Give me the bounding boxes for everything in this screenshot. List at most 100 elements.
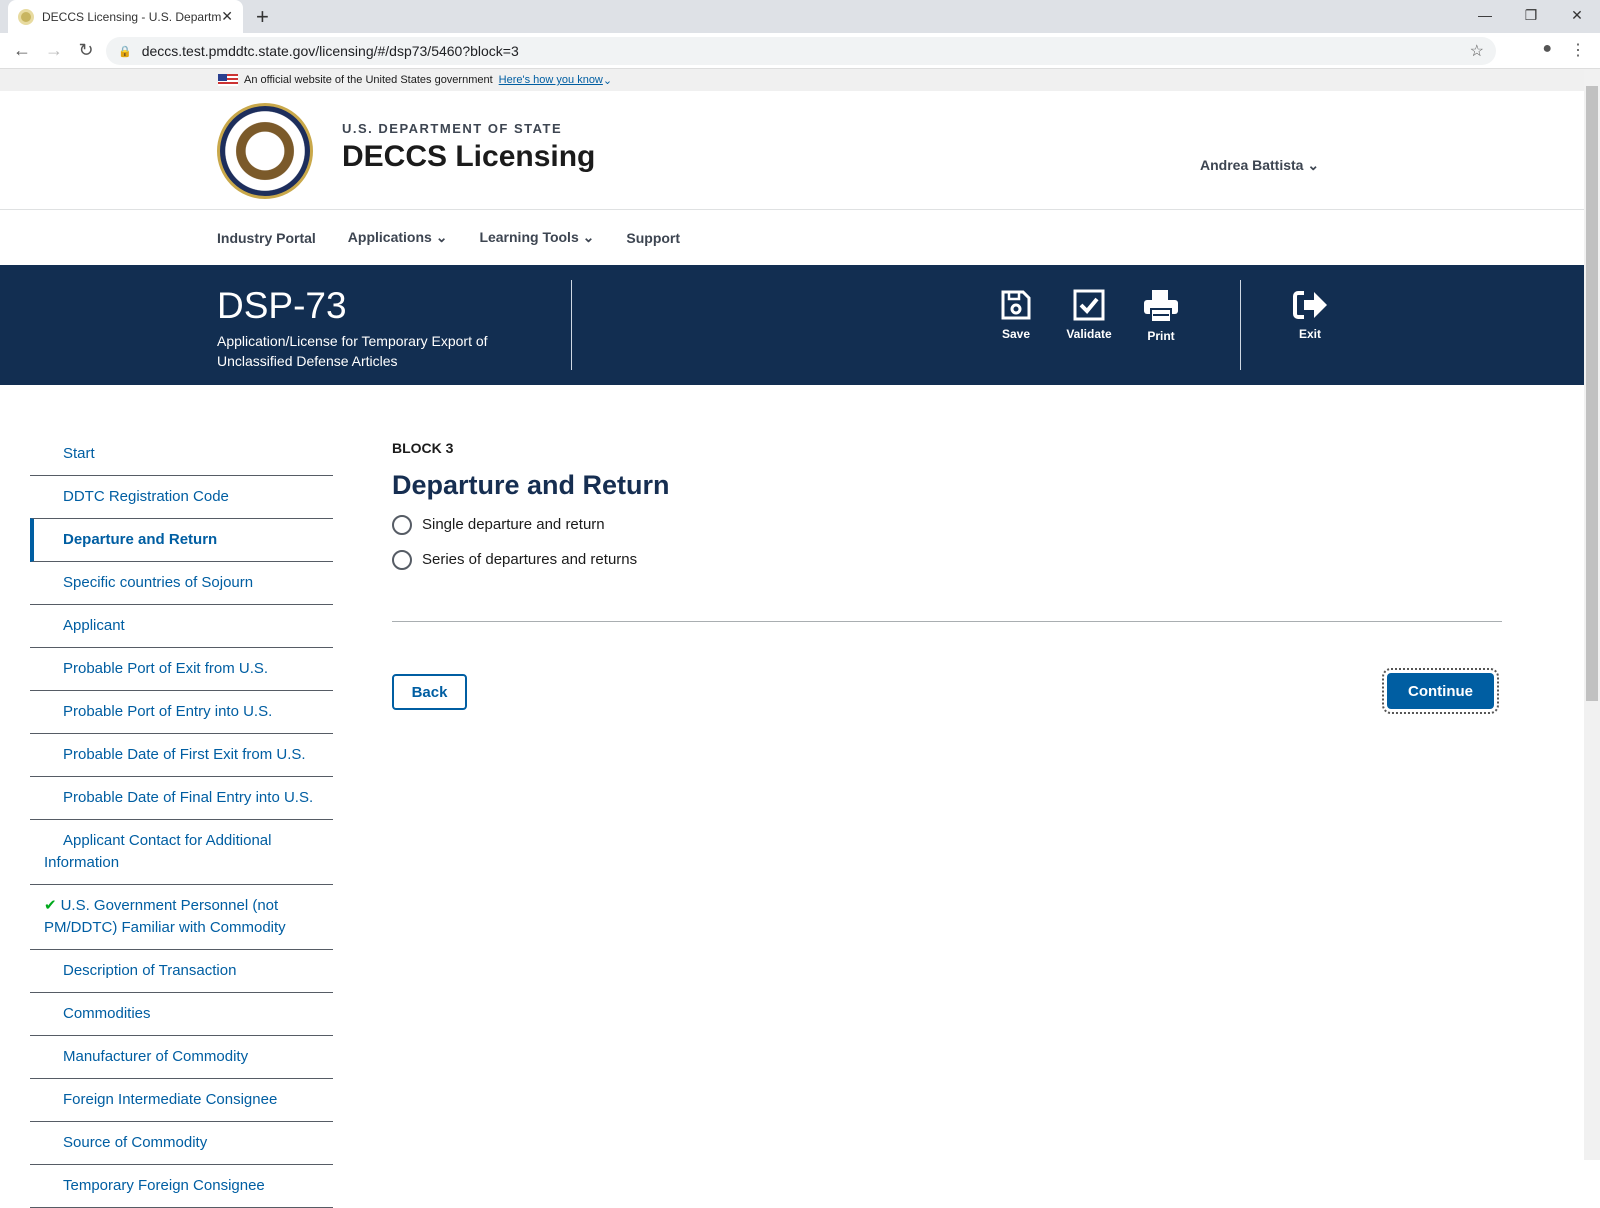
sidebar-item-label: Probable Date of Final Entry into U.S. bbox=[63, 789, 314, 806]
site-title[interactable]: DECCS Licensing bbox=[342, 140, 595, 174]
sign-out-icon bbox=[1293, 291, 1327, 319]
sidebar-item[interactable]: Temporary Foreign Consignee bbox=[30, 1165, 333, 1208]
sidebar-item[interactable]: Departure and Return bbox=[30, 518, 333, 562]
sidebar-item[interactable]: Foreign Intermediate Consignee bbox=[30, 1079, 333, 1122]
sidebar-item[interactable]: Probable Port of Entry into U.S. bbox=[30, 691, 333, 734]
browser-tabstrip: DECCS Licensing - U.S. Department of Sta… bbox=[0, 0, 1600, 33]
department-seal-logo bbox=[217, 103, 313, 199]
checkbox-check-icon bbox=[1073, 289, 1105, 321]
sidebar-item[interactable]: DDTC Registration Code bbox=[30, 476, 333, 519]
sidebar-item[interactable]: Applicant bbox=[30, 605, 333, 648]
close-window-icon[interactable]: ✕ bbox=[1554, 0, 1600, 30]
chevron-down-icon: ⌄ bbox=[602, 74, 613, 87]
sidebar-item-label: Departure and Return bbox=[63, 531, 218, 548]
sidebar-item-label: Start bbox=[63, 445, 95, 462]
scrollbar-thumb[interactable] bbox=[1586, 86, 1598, 701]
validate-label: Validate bbox=[1066, 327, 1112, 341]
sidebar-item-label: Probable Port of Entry into U.S. bbox=[63, 703, 273, 720]
sidebar-item[interactable]: Source of Commodity bbox=[30, 1122, 333, 1165]
tab-title: DECCS Licensing - U.S. Department of Sta… bbox=[42, 9, 222, 24]
sidebar-item-label: Specific countries of Sojourn bbox=[63, 574, 254, 591]
divider bbox=[392, 621, 1502, 622]
back-button[interactable]: Back bbox=[392, 674, 467, 710]
sidebar-item-label: Applicant bbox=[63, 617, 125, 634]
exit-button[interactable]: Exit bbox=[1280, 289, 1340, 341]
user-menu[interactable]: Andrea Battista ⌄ bbox=[1200, 157, 1319, 174]
site-header: U.S. DEPARTMENT OF STATE DECCS Licensing… bbox=[0, 91, 1600, 210]
sidebar-item-label: U.S. Government Personnel (not PM/DDTC) … bbox=[44, 897, 286, 936]
address-bar[interactable]: 🔒 deccs.test.pmddtc.state.gov/licensing/#… bbox=[106, 37, 1496, 65]
reload-icon[interactable]: ↻ bbox=[70, 40, 102, 61]
printer-icon bbox=[1144, 290, 1178, 323]
form-description: Application/License for Temporary Export… bbox=[217, 333, 488, 369]
close-tab-icon[interactable]: ✕ bbox=[221, 8, 233, 25]
sidebar-item-label: Source of Commodity bbox=[63, 1134, 208, 1151]
heres-how-you-know-link[interactable]: Here's how you know bbox=[499, 74, 603, 86]
chevron-down-icon: ⌄ bbox=[582, 229, 595, 245]
divider bbox=[571, 280, 572, 370]
radio-button[interactable] bbox=[392, 549, 412, 570]
sidebar-item-label: Commodities bbox=[63, 1005, 151, 1022]
sidebar-item[interactable]: Commodities bbox=[30, 993, 333, 1036]
sidebar-item-label: Foreign Intermediate Consignee bbox=[63, 1091, 278, 1108]
form-header-band: DSP-73 Application/License for Temporary… bbox=[0, 265, 1600, 385]
print-label: Print bbox=[1147, 329, 1175, 343]
browser-tab[interactable]: DECCS Licensing - U.S. Department of Sta… bbox=[8, 0, 243, 33]
us-flag-icon bbox=[218, 74, 238, 86]
forward-arrow-icon[interactable]: → bbox=[38, 40, 70, 61]
chevron-down-icon: ⌄ bbox=[435, 229, 448, 245]
banner-text: An official website of the United States… bbox=[244, 74, 493, 86]
sidebar-item-label: Temporary Foreign Consignee bbox=[63, 1177, 265, 1194]
continue-button[interactable]: Continue bbox=[1382, 668, 1499, 714]
form-code: DSP-73 bbox=[217, 285, 347, 326]
main-content: BLOCK 3 Departure and Return Single depa… bbox=[392, 440, 1502, 714]
back-arrow-icon[interactable]: ← bbox=[6, 40, 38, 61]
divider bbox=[1240, 280, 1241, 370]
sidebar-item-label: Probable Date of First Exit from U.S. bbox=[63, 746, 306, 763]
new-tab-button[interactable]: + bbox=[256, 4, 269, 30]
radio-single-departure[interactable]: Single departure and return bbox=[392, 513, 1502, 536]
sidebar-item[interactable]: Probable Date of Final Entry into U.S. bbox=[30, 777, 333, 820]
profile-icon[interactable]: ● bbox=[1542, 40, 1552, 60]
sidebar-item[interactable]: Specific countries of Sojourn bbox=[30, 562, 333, 605]
check-icon: ✔ bbox=[44, 897, 57, 914]
chevron-down-icon: ⌄ bbox=[1307, 157, 1320, 173]
nav-industry-portal[interactable]: Industry Portal bbox=[217, 230, 316, 246]
menu-kebab-icon[interactable]: ⋮ bbox=[1570, 40, 1586, 60]
sidebar-item[interactable]: Probable Port of Exit from U.S. bbox=[30, 648, 333, 691]
sidebar-item[interactable]: ✔ U.S. Government Personnel (not PM/DDTC)… bbox=[30, 885, 333, 950]
sidebar-item[interactable]: Manufacturer of Commodity bbox=[30, 1036, 333, 1079]
sidebar-item[interactable]: Start bbox=[30, 433, 333, 476]
nav-support[interactable]: Support bbox=[626, 230, 680, 246]
nav-label: Applications bbox=[347, 229, 432, 245]
sidebar-item-label: Manufacturer of Commodity bbox=[63, 1048, 249, 1065]
restore-icon[interactable]: ❐ bbox=[1508, 0, 1554, 30]
department-name: U.S. DEPARTMENT OF STATE bbox=[342, 121, 563, 136]
sidebar-item[interactable]: Applicant Contact for Additional Informa… bbox=[30, 820, 333, 885]
gov-banner: An official website of the United States… bbox=[0, 69, 1600, 91]
block-label: BLOCK 3 bbox=[392, 440, 454, 456]
radio-button[interactable] bbox=[392, 514, 412, 535]
page-scrollbar[interactable] bbox=[1584, 70, 1600, 1160]
save-icon bbox=[1001, 290, 1031, 320]
page-title: Departure and Return bbox=[392, 470, 670, 500]
validate-button[interactable]: Validate bbox=[1059, 289, 1119, 341]
sidebar-item-label: Description of Transaction bbox=[63, 962, 237, 979]
sidebar-item[interactable]: Description of Transaction bbox=[30, 950, 333, 993]
exit-label: Exit bbox=[1298, 327, 1321, 341]
radio-label: Series of departures and returns bbox=[422, 551, 638, 568]
block-sidebar-nav: Start DDTC Registration Code Departure and… bbox=[30, 433, 333, 1208]
nav-applications[interactable]: Applications ⌄ bbox=[348, 229, 448, 246]
radio-label: Single departure and return bbox=[422, 516, 605, 533]
nav-label: Learning Tools bbox=[479, 229, 579, 245]
bookmark-star-icon[interactable]: ☆ bbox=[1470, 41, 1484, 61]
site-favicon-icon bbox=[18, 8, 34, 25]
minimize-icon[interactable]: — bbox=[1462, 0, 1508, 30]
sidebar-item-label: Probable Port of Exit from U.S. bbox=[63, 660, 269, 677]
radio-series-departures[interactable]: Series of departures and returns bbox=[392, 548, 1502, 571]
save-button[interactable]: Save bbox=[986, 289, 1046, 341]
sidebar-item[interactable]: Probable Date of First Exit from U.S. bbox=[30, 734, 333, 777]
nav-learning-tools[interactable]: Learning Tools ⌄ bbox=[479, 229, 594, 246]
print-button[interactable]: Print bbox=[1131, 289, 1191, 343]
user-name: Andrea Battista bbox=[1200, 157, 1304, 173]
